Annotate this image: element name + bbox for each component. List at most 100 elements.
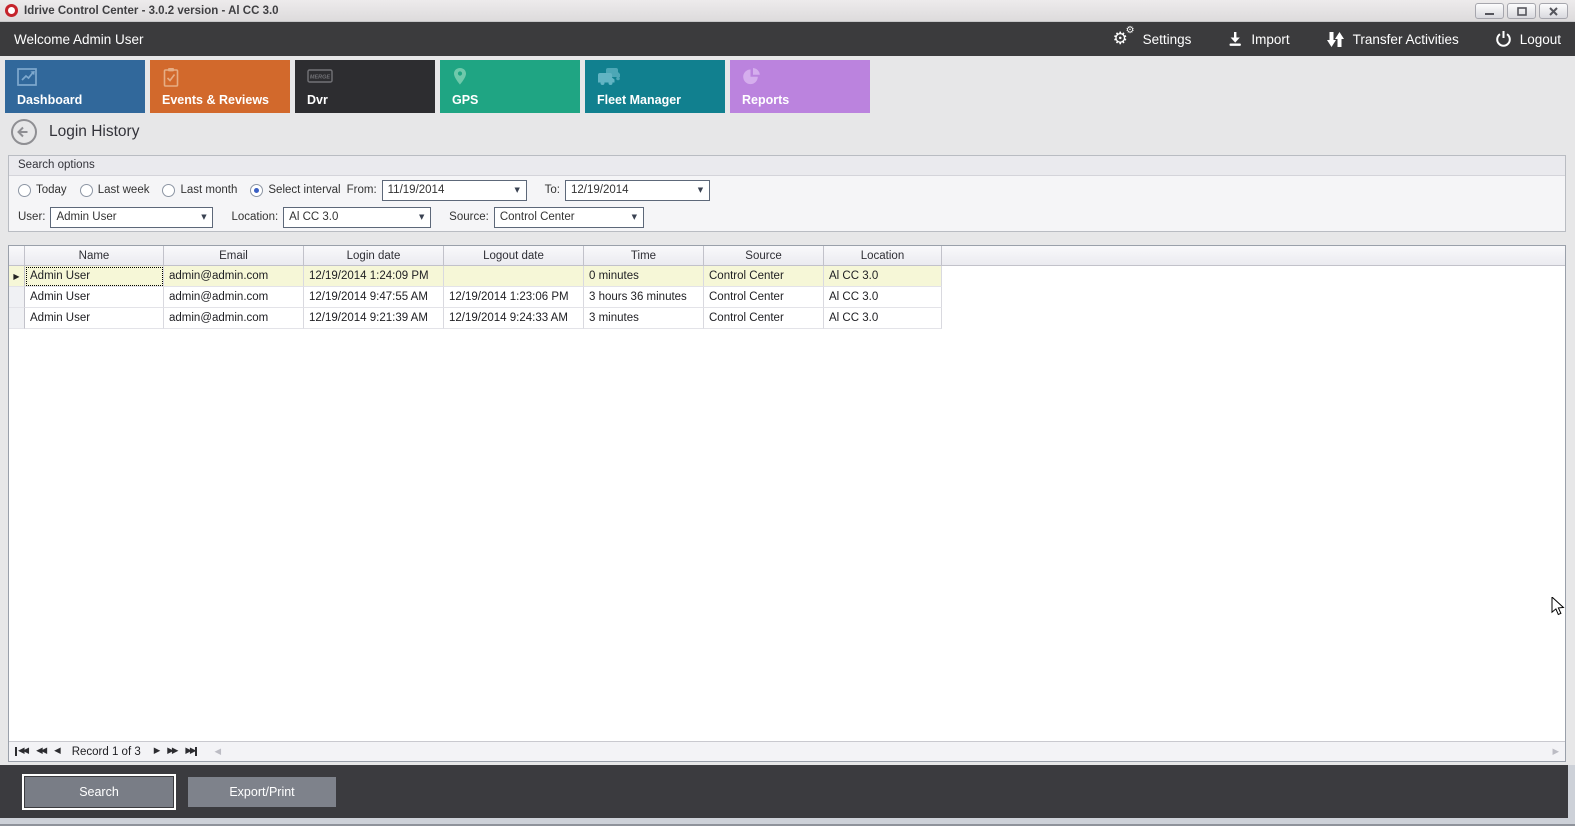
record-navigator: ◀◀ ◀◀ ◀ Record 1 of 3 ▶ ▶▶ ▶▶ ◀ ▶ [9,741,1565,761]
radio-circle-icon [162,184,175,197]
table-row[interactable]: Admin User admin@admin.com 12/19/2014 9:… [9,308,1565,329]
hscroll-right-arrow-icon[interactable]: ▶ [1552,747,1559,757]
page-title: Login History [49,123,139,141]
welcome-text: Welcome Admin User [14,32,144,47]
tile-events-reviews[interactable]: Events & Reviews [150,60,290,113]
search-options-caption: Search options [9,156,1565,176]
window-bottom-edge [0,818,1575,826]
cell-time[interactable]: 3 hours 36 minutes [584,287,704,308]
column-header-filler [942,246,1565,266]
map-pin-icon [452,67,468,87]
up-down-arrows-icon [1326,31,1345,48]
dvr-device-icon: MERGE [307,67,333,85]
cell-login-date[interactable]: 12/19/2014 9:21:39 AM [304,308,444,329]
export-print-button[interactable]: Export/Print [188,777,336,807]
chevron-down-icon: ▼ [509,186,526,194]
close-button[interactable] [1539,3,1568,19]
column-header-source[interactable]: Source [704,246,824,266]
prev-page-button[interactable]: ◀◀ [36,747,45,756]
login-history-grid: Name Email Login date Logout date Time S… [8,245,1566,762]
column-header-login-date[interactable]: Login date [304,246,444,266]
cell-name[interactable]: Admin User [25,308,164,329]
footer-bar: Search Export/Print [0,765,1568,818]
radio-circle-icon [80,184,93,197]
maximize-button[interactable] [1507,3,1536,19]
cell-time[interactable]: 0 minutes [584,266,704,287]
grid-header-row: Name Email Login date Logout date Time S… [9,246,1565,266]
download-icon [1227,31,1243,47]
cell-time[interactable]: 3 minutes [584,308,704,329]
close-icon [1549,7,1558,16]
row-selector [9,308,25,329]
chevron-down-icon: ▼ [626,213,643,221]
column-header-location[interactable]: Location [824,246,942,266]
app-logo-icon [5,4,18,17]
source-label: Source: [449,211,489,223]
user-select[interactable]: Admin User ▼ [50,207,213,228]
next-page-button[interactable]: ▶▶ [167,747,176,756]
cell-source[interactable]: Control Center [704,308,824,329]
tile-reports[interactable]: Reports [730,60,870,113]
cell-location[interactable]: Al CC 3.0 [824,308,942,329]
user-label: User: [18,211,45,223]
cell-location[interactable]: Al CC 3.0 [824,287,942,308]
radio-today[interactable]: Today [18,184,67,197]
maximize-icon [1517,7,1527,16]
first-record-button[interactable]: ◀◀ [15,747,27,756]
tile-fleet-manager[interactable]: Fleet Manager [585,60,725,113]
back-arrow-icon [19,128,28,137]
cell-logout-date[interactable] [444,266,584,287]
column-header-logout-date[interactable]: Logout date [444,246,584,266]
location-select[interactable]: Al CC 3.0 ▼ [283,207,431,228]
table-row[interactable]: ▶ Admin User admin@admin.com 12/19/2014 … [9,266,1565,287]
source-select[interactable]: Control Center ▼ [494,207,644,228]
tile-dashboard[interactable]: Dashboard [5,60,145,113]
import-button[interactable]: Import [1227,31,1289,47]
cell-source[interactable]: Control Center [704,287,824,308]
line-chart-icon [17,67,39,87]
cell-login-date[interactable]: 12/19/2014 1:24:09 PM [304,266,444,287]
column-header-time[interactable]: Time [584,246,704,266]
tile-gps[interactable]: GPS [440,60,580,113]
table-row[interactable]: Admin User admin@admin.com 12/19/2014 9:… [9,287,1565,308]
cell-name[interactable]: Admin User [25,266,164,287]
cell-logout-date[interactable]: 12/19/2014 9:24:33 AM [444,308,584,329]
minimize-button[interactable] [1475,3,1504,19]
chevron-down-icon: ▼ [195,213,212,221]
settings-button[interactable]: ⚙⚙ Settings [1113,29,1192,49]
trucks-icon [597,67,623,86]
search-button[interactable]: Search [22,774,176,810]
next-record-button[interactable]: ▶ [154,747,159,756]
cell-email[interactable]: admin@admin.com [164,308,304,329]
column-header-name[interactable]: Name [25,246,164,266]
cell-email[interactable]: admin@admin.com [164,266,304,287]
radio-select-interval[interactable]: Select interval [250,184,340,197]
cell-email[interactable]: admin@admin.com [164,287,304,308]
tile-dvr[interactable]: MERGE Dvr [295,60,435,113]
chevron-down-icon: ▼ [413,213,430,221]
cell-name[interactable]: Admin User [25,287,164,308]
cell-source[interactable]: Control Center [704,266,824,287]
radio-last-week[interactable]: Last week [80,184,150,197]
cell-logout-date[interactable]: 12/19/2014 1:23:06 PM [444,287,584,308]
cell-location[interactable]: Al CC 3.0 [824,266,942,287]
minimize-icon [1484,7,1495,16]
last-record-button[interactable]: ▶▶ [185,747,197,756]
location-label: Location: [231,211,278,223]
window-titlebar: Idrive Control Center - 3.0.2 version - … [0,0,1575,22]
row-selector-arrow-icon: ▶ [9,266,25,287]
transfer-activities-button[interactable]: Transfer Activities [1326,31,1459,48]
hscroll-left-arrow-icon[interactable]: ◀ [214,747,221,757]
window-right-edge [1568,765,1575,818]
column-header-email[interactable]: Email [164,246,304,266]
radio-circle-icon [250,184,263,197]
radio-last-month[interactable]: Last month [162,184,237,197]
mouse-cursor-icon [1551,597,1565,617]
from-date-picker[interactable]: 11/19/2014 ▼ [382,180,527,201]
cell-login-date[interactable]: 12/19/2014 9:47:55 AM [304,287,444,308]
to-date-picker[interactable]: 12/19/2014 ▼ [565,180,710,201]
back-button[interactable] [10,118,38,146]
prev-record-button[interactable]: ◀ [54,747,59,756]
logout-button[interactable]: Logout [1495,30,1561,48]
record-status: Record 1 of 3 [72,746,141,758]
